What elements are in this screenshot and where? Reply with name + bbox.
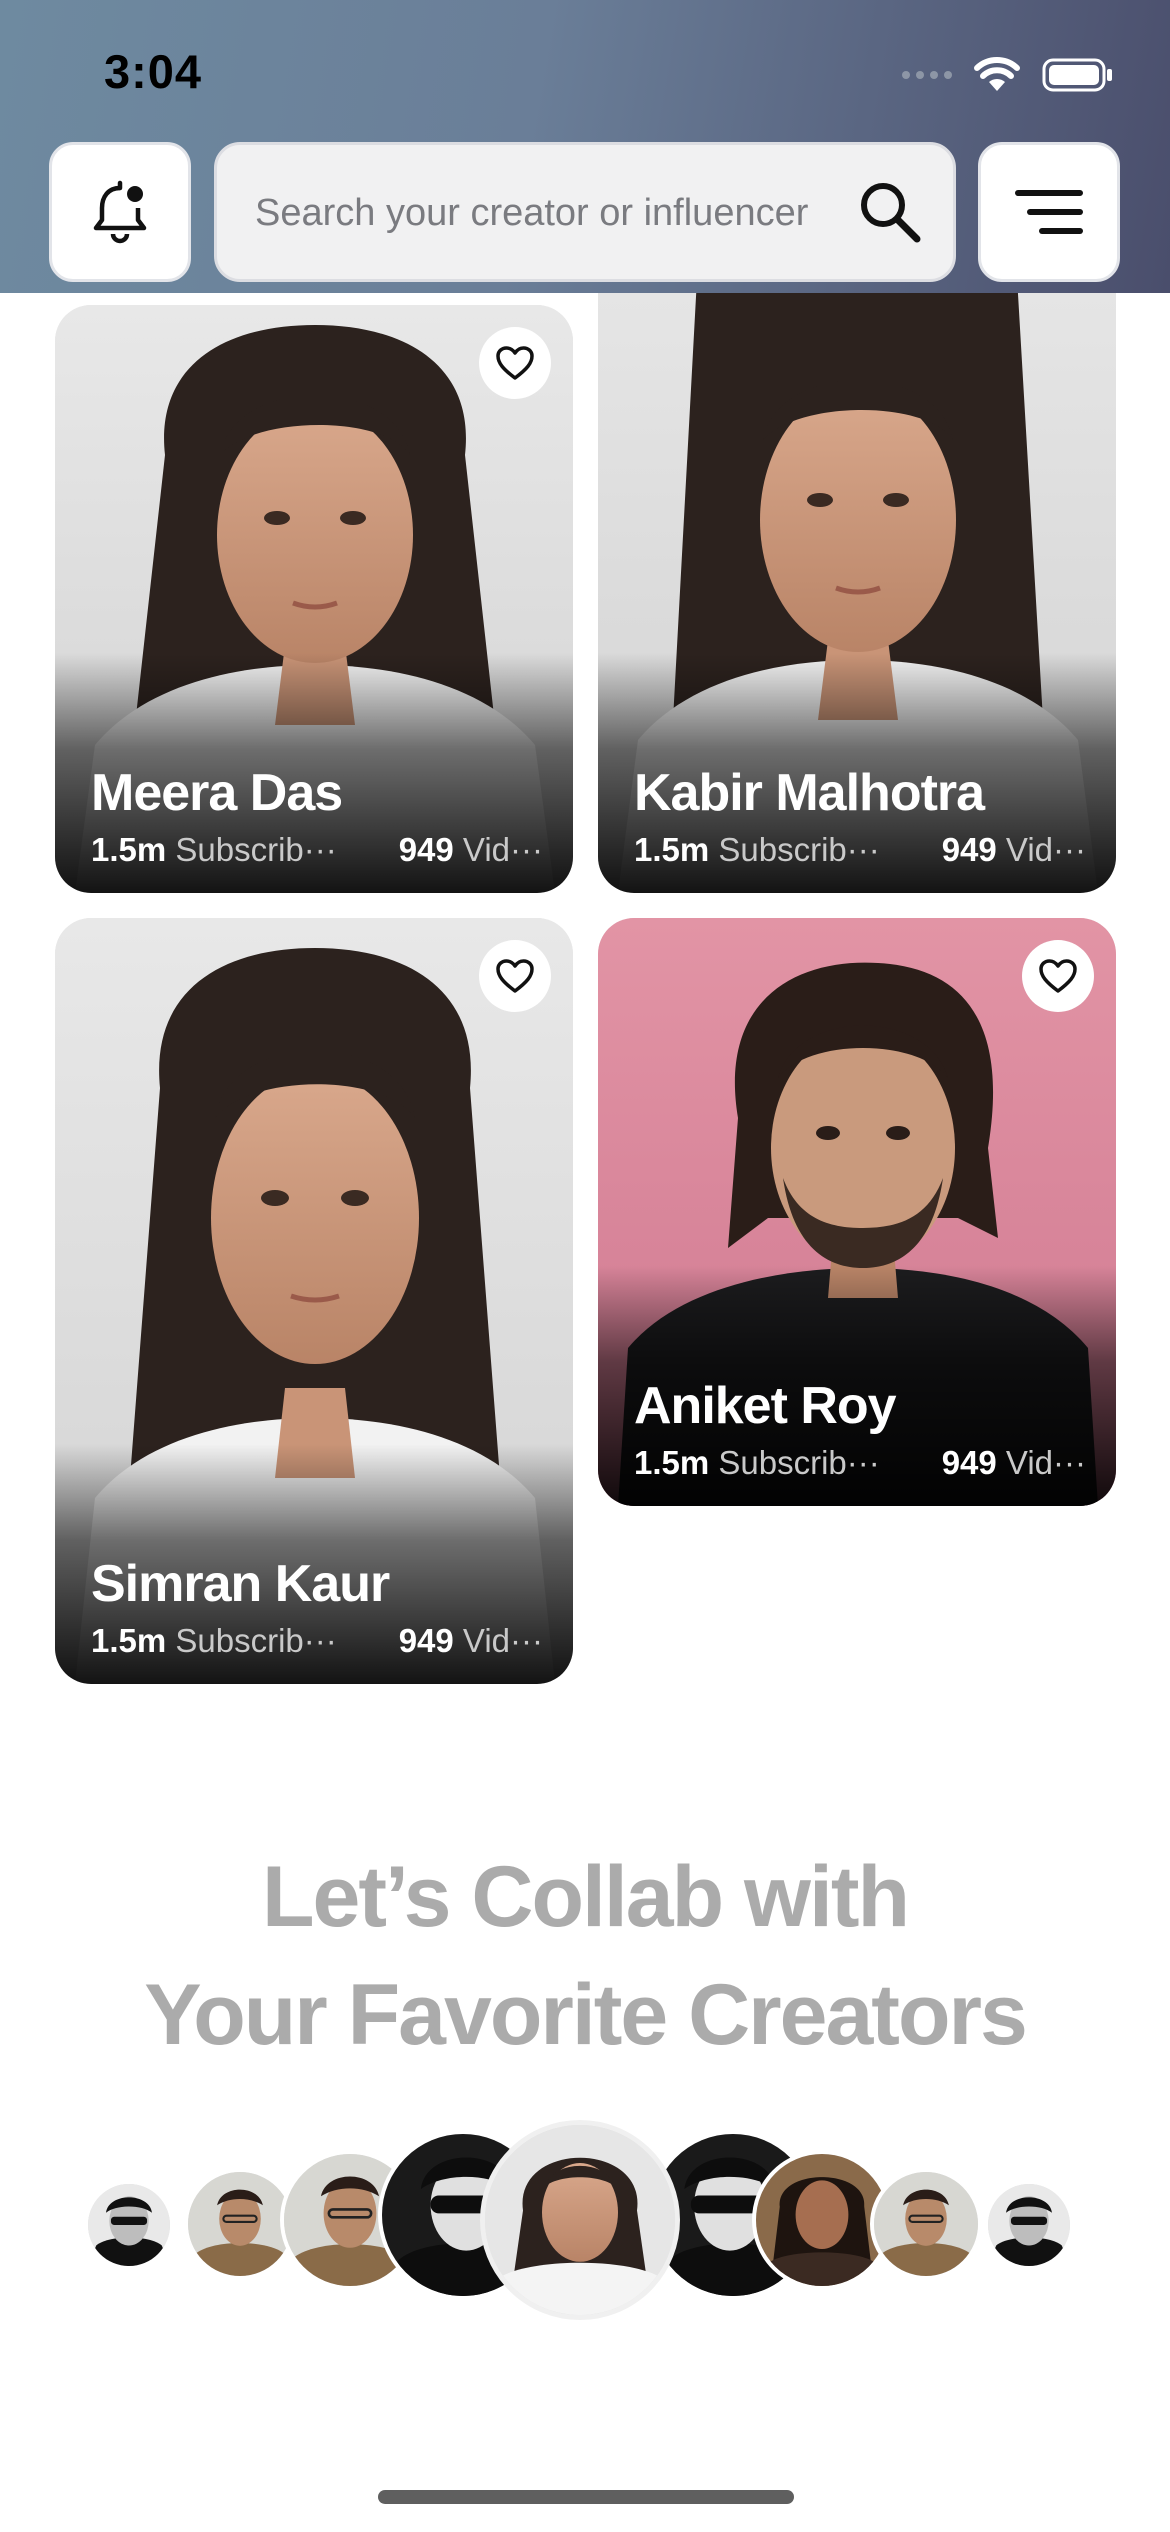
heart-icon (1039, 959, 1077, 993)
heart-icon (496, 346, 534, 380)
creator-stats: 1.5m Subscrib··· 949 Vid··· (634, 831, 1086, 869)
creator-avatar[interactable] (984, 2180, 1074, 2270)
status-time: 3:04 (104, 45, 203, 98)
videos-count: 949 (941, 1444, 997, 1481)
creator-avatar[interactable] (84, 2180, 174, 2270)
videos-count: 949 (398, 1622, 454, 1659)
notifications-button[interactable] (49, 142, 191, 282)
creator-card[interactable]: Meera Das 1.5m Subscrib··· 949 Vid··· (55, 305, 573, 893)
home-indicator[interactable] (378, 2490, 794, 2504)
videos-label: Vid··· (462, 1622, 543, 1659)
favorite-button[interactable] (479, 940, 551, 1012)
videos-count: 949 (398, 831, 454, 868)
search-icon[interactable] (855, 177, 925, 247)
creator-name: Meera Das (91, 764, 343, 822)
creator-stats: 1.5m Subscrib··· 949 Vid··· (91, 831, 543, 869)
subscribers-count: 1.5m (91, 831, 167, 868)
creator-name: Aniket Roy (634, 1377, 897, 1435)
creator-stats: 1.5m Subscrib··· 949 Vid··· (634, 1444, 1086, 1482)
videos-count: 949 (941, 831, 997, 868)
creator-card[interactable]: Simran Kaur 1.5m Subscrib··· 949 Vid··· (55, 918, 573, 1684)
creator-avatar-selected[interactable] (480, 2120, 680, 2320)
subscribers-label: Subscrib··· (175, 1622, 337, 1659)
headline-line-2: Your Favorite Creators (144, 1967, 1028, 2063)
favorite-button[interactable] (479, 327, 551, 399)
cellular-signal-icon (902, 71, 952, 79)
creator-stats: 1.5m Subscrib··· 949 Vid··· (91, 1622, 543, 1660)
subscribers-label: Subscrib··· (718, 831, 880, 868)
creator-card[interactable]: Kabir Malhotra 1.5m Subscrib··· 949 Vid·… (598, 200, 1116, 893)
favorite-button[interactable] (1022, 940, 1094, 1012)
creator-avatar[interactable] (870, 2168, 982, 2280)
videos-label: Vid··· (1005, 831, 1086, 868)
search-bar[interactable] (214, 142, 956, 282)
search-input[interactable] (253, 145, 817, 281)
videos-label: Vid··· (462, 831, 543, 868)
subscribers-label: Subscrib··· (718, 1444, 880, 1481)
wifi-icon (974, 57, 1020, 91)
menu-icon (1015, 190, 1083, 234)
creator-name: Kabir Malhotra (634, 764, 985, 822)
subscribers-label: Subscrib··· (175, 831, 337, 868)
heart-icon (496, 959, 534, 993)
menu-button[interactable] (978, 142, 1120, 282)
subscribers-count: 1.5m (634, 831, 710, 868)
battery-icon (1042, 58, 1112, 92)
headline-line-1: Let’s Collab with (261, 1849, 910, 1945)
bell-with-dot-icon (93, 180, 147, 244)
subscribers-count: 1.5m (634, 1444, 710, 1481)
status-indicators (902, 50, 1114, 100)
videos-label: Vid··· (1005, 1444, 1086, 1481)
creator-avatar-carousel[interactable] (0, 2120, 1170, 2320)
subscribers-count: 1.5m (91, 1622, 167, 1659)
creator-card[interactable]: Aniket Roy 1.5m Subscrib··· 949 Vid··· (598, 918, 1116, 1506)
creator-name: Simran Kaur (91, 1555, 390, 1613)
top-header: 3:04 (0, 0, 1170, 293)
collab-headline: Let’s Collab with Your Favorite Creators (0, 1838, 1170, 2074)
